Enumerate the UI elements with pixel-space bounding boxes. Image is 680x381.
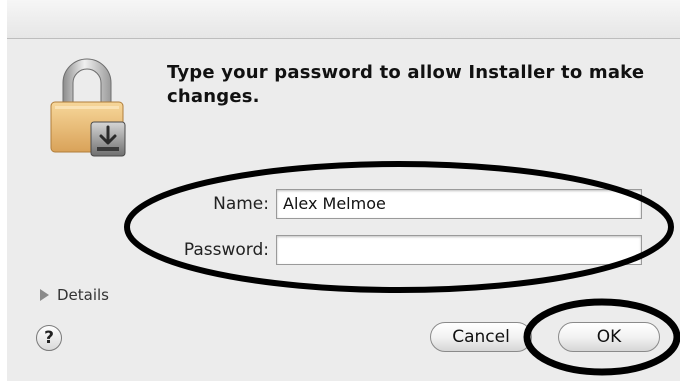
ok-button[interactable]: OK xyxy=(558,322,660,352)
authentication-dialog: Type your password to allow Installer to… xyxy=(7,0,680,381)
padlock-installer-icon xyxy=(47,50,127,160)
help-button[interactable]: ? xyxy=(36,325,62,351)
cancel-button[interactable]: Cancel xyxy=(430,322,532,352)
disclosure-triangle-icon[interactable] xyxy=(40,289,49,301)
dialog-message: Type your password to allow Installer to… xyxy=(167,62,645,107)
password-label: Password: xyxy=(183,240,269,260)
name-label: Name: xyxy=(213,194,269,214)
details-label: Details xyxy=(57,286,110,304)
dialog-titlebar xyxy=(7,0,680,39)
details-disclosure[interactable]: Details xyxy=(40,286,109,304)
password-field[interactable] xyxy=(276,235,642,265)
name-field[interactable]: Alex Melmoe xyxy=(276,189,642,219)
